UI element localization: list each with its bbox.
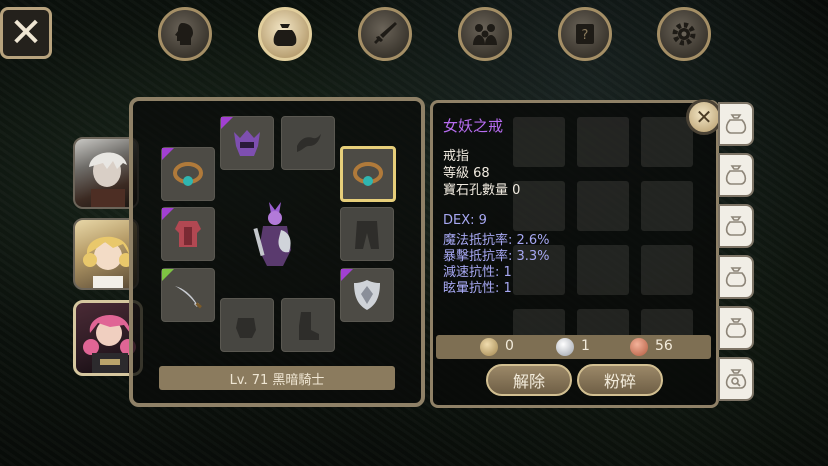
- red-armor-icon: [175, 221, 201, 247]
- gold-amount: 0: [505, 338, 514, 354]
- bag-icon: [725, 165, 747, 185]
- slot-helmet[interactable]: [220, 116, 274, 170]
- tab-character-head[interactable]: [158, 7, 212, 61]
- party-icon: [473, 24, 497, 45]
- side-tab-bag-5[interactable]: [718, 306, 754, 350]
- svg-text:?: ?: [582, 28, 589, 43]
- rarity-marker: [341, 269, 353, 281]
- slot-weapon[interactable]: [161, 268, 215, 322]
- side-tab-bag-4[interactable]: [718, 255, 754, 299]
- side-tab-bag-1[interactable]: [718, 102, 754, 146]
- item-detail-panel: 女妖之戒 戒指 等級 68 寶石孔數量 0 DEX: 9 魔法抵抗率: 2.6%…: [430, 100, 719, 408]
- gold-coin-icon: [480, 338, 498, 356]
- bag-icon: [725, 216, 747, 236]
- empty-cloak-icon: [297, 134, 321, 152]
- bag-search-icon: [725, 369, 747, 389]
- ring-icon: [173, 162, 203, 186]
- top-nav: ?: [0, 7, 828, 63]
- rarity-marker: [162, 269, 174, 281]
- slot-boots[interactable]: [281, 298, 335, 352]
- purple-helmet-icon: [234, 130, 260, 156]
- shield-icon: [354, 280, 380, 310]
- item-name: 女妖之戒: [443, 117, 504, 135]
- item-gem-slots: 寶石孔數量 0: [443, 183, 521, 198]
- smash-button[interactable]: 粉碎: [577, 364, 663, 396]
- item-stat: DEX: 9: [443, 213, 487, 228]
- bag-icon: [725, 267, 747, 287]
- side-tab-bag-3[interactable]: [718, 204, 754, 248]
- scroll-icon: ?: [576, 24, 594, 44]
- side-tab-bag-2[interactable]: [718, 153, 754, 197]
- gear-icon: [672, 22, 696, 46]
- bag-icon: [725, 318, 747, 338]
- slot-armor[interactable]: [161, 207, 215, 261]
- silver-amount: 1: [581, 338, 590, 354]
- slot-gloves[interactable]: [220, 298, 274, 352]
- bag-icon: [725, 114, 747, 134]
- tab-inventory-bag[interactable]: [258, 7, 312, 61]
- item-stat: 眩暈抗性: 1: [443, 281, 512, 296]
- character-model: [253, 202, 291, 266]
- character-level-class: Lv. 71 黑暗騎士: [159, 366, 395, 390]
- tab-settings[interactable]: [657, 7, 711, 61]
- silver-coin-icon: [556, 338, 574, 356]
- tab-skills-sword[interactable]: [358, 7, 412, 61]
- rarity-marker: [162, 208, 174, 220]
- side-tab-bag-search[interactable]: [718, 357, 754, 401]
- empty-boots-icon: [299, 312, 319, 340]
- curved-sword-icon: [175, 286, 202, 309]
- copper-coin-icon: [630, 338, 648, 356]
- detail-close-button[interactable]: ✕: [686, 99, 722, 135]
- slot-ring-selected[interactable]: [340, 146, 396, 202]
- sword-icon: [374, 22, 397, 44]
- unequip-button[interactable]: 解除: [486, 364, 572, 396]
- bag-icon: [273, 24, 297, 46]
- ring-icon: [353, 162, 383, 186]
- close-icon: ✕: [695, 105, 713, 129]
- slot-shield[interactable]: [340, 268, 394, 322]
- slot-necklace[interactable]: [161, 147, 215, 201]
- rarity-marker: [221, 117, 233, 129]
- tab-quest-scroll[interactable]: ?: [558, 7, 612, 61]
- empty-pants-icon: [355, 221, 379, 249]
- slot-pants[interactable]: [340, 207, 394, 261]
- slot-cloak[interactable]: [281, 116, 335, 170]
- copper-amount: 56: [655, 338, 673, 354]
- tab-party[interactable]: [458, 7, 512, 61]
- rarity-marker: [162, 148, 174, 160]
- head-icon: [175, 23, 193, 45]
- empty-gloves-icon: [236, 318, 256, 338]
- currency-bar: 0 1 56: [436, 335, 711, 359]
